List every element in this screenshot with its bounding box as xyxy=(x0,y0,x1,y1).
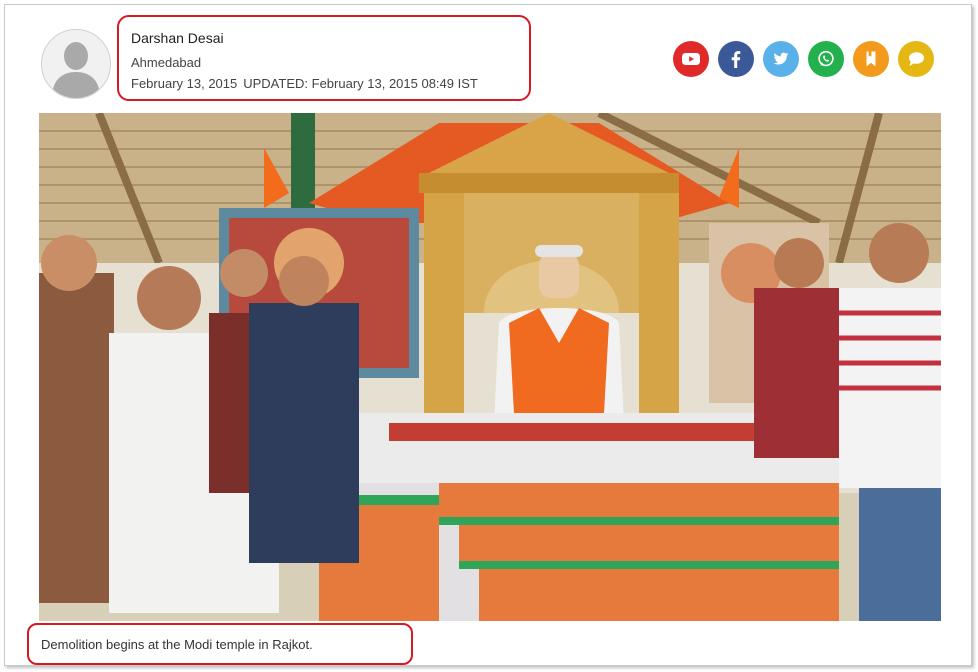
article-header-card: Darshan Desai Ahmedabad February 13, 201… xyxy=(4,4,972,666)
comment-button[interactable] xyxy=(898,41,934,77)
photo-caption: Demolition begins at the Modi temple in … xyxy=(41,637,313,652)
published-date: February 13, 2015 xyxy=(131,76,238,91)
comment-icon xyxy=(909,52,924,66)
youtube-share-button[interactable] xyxy=(673,41,709,77)
facebook-share-button[interactable] xyxy=(718,41,754,77)
bookmark-button[interactable] xyxy=(853,41,889,77)
publish-dateline: February 13, 2015 UPDATED: February 13, 2… xyxy=(131,76,478,91)
author-name[interactable]: Darshan Desai xyxy=(131,30,224,46)
author-avatar xyxy=(41,29,111,99)
bookmark-icon xyxy=(866,51,876,67)
twitter-share-button[interactable] xyxy=(763,41,799,77)
author-location: Ahmedabad xyxy=(131,55,202,70)
facebook-icon xyxy=(731,51,741,68)
youtube-icon xyxy=(682,53,700,65)
twitter-icon xyxy=(773,52,789,65)
article-photo xyxy=(39,113,941,621)
user-silhouette-icon xyxy=(42,30,110,98)
whatsapp-icon xyxy=(818,50,834,67)
updated-label: UPDATED: xyxy=(243,76,308,91)
whatsapp-share-button[interactable] xyxy=(808,41,844,77)
updated-date: February 13, 2015 08:49 IST xyxy=(311,76,478,91)
author-info-highlight: Darshan Desai Ahmedabad February 13, 201… xyxy=(117,15,531,101)
caption-highlight: Demolition begins at the Modi temple in … xyxy=(27,623,413,665)
